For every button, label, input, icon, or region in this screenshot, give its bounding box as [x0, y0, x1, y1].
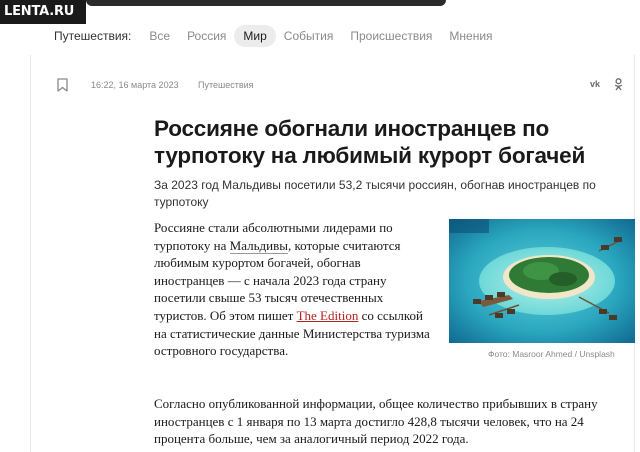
- nav-label: Путешествия:: [54, 29, 132, 43]
- nav-item-world[interactable]: Мир: [234, 25, 276, 47]
- rubric-link[interactable]: Путешествия: [198, 80, 254, 90]
- article-photo[interactable]: [449, 219, 635, 343]
- vk-share-icon[interactable]: vk: [590, 79, 600, 89]
- nav-item-events[interactable]: События: [284, 29, 334, 43]
- photo-caption: Фото: Masroor Ahmed / Unsplash: [488, 349, 615, 359]
- section-nav: Путешествия: Все Россия Мир События Прои…: [54, 24, 510, 48]
- publish-time: 16:22, 16 марта 2023: [91, 80, 179, 90]
- nav-item-russia[interactable]: Россия: [187, 29, 226, 43]
- the-edition-link[interactable]: The Edition: [297, 308, 359, 323]
- article-paragraph-1: Россияне стали абсолютными лидерами по т…: [154, 219, 434, 360]
- top-strip: [0, 0, 640, 24]
- article-title: Россияне обогнали иностранцев по турпото…: [154, 116, 586, 168]
- left-divider: [30, 55, 31, 452]
- bookmark-icon[interactable]: [57, 78, 68, 92]
- maldives-link[interactable]: Мальдивы: [229, 237, 288, 254]
- nav-item-opinions[interactable]: Мнения: [449, 29, 492, 43]
- nav-item-all[interactable]: Все: [149, 29, 170, 43]
- site-logo[interactable]: LENTA.RU: [0, 0, 86, 24]
- ok-share-icon[interactable]: [614, 78, 623, 91]
- article-subtitle: За 2023 год Мальдивы посетили 53,2 тысяч…: [154, 178, 596, 209]
- nav-item-incidents[interactable]: Происшествия: [350, 29, 432, 43]
- article-paragraph-2: Согласно опубликованной информации, обще…: [154, 396, 598, 447]
- top-banner: [86, 0, 446, 6]
- maldives-island-image: [449, 219, 635, 343]
